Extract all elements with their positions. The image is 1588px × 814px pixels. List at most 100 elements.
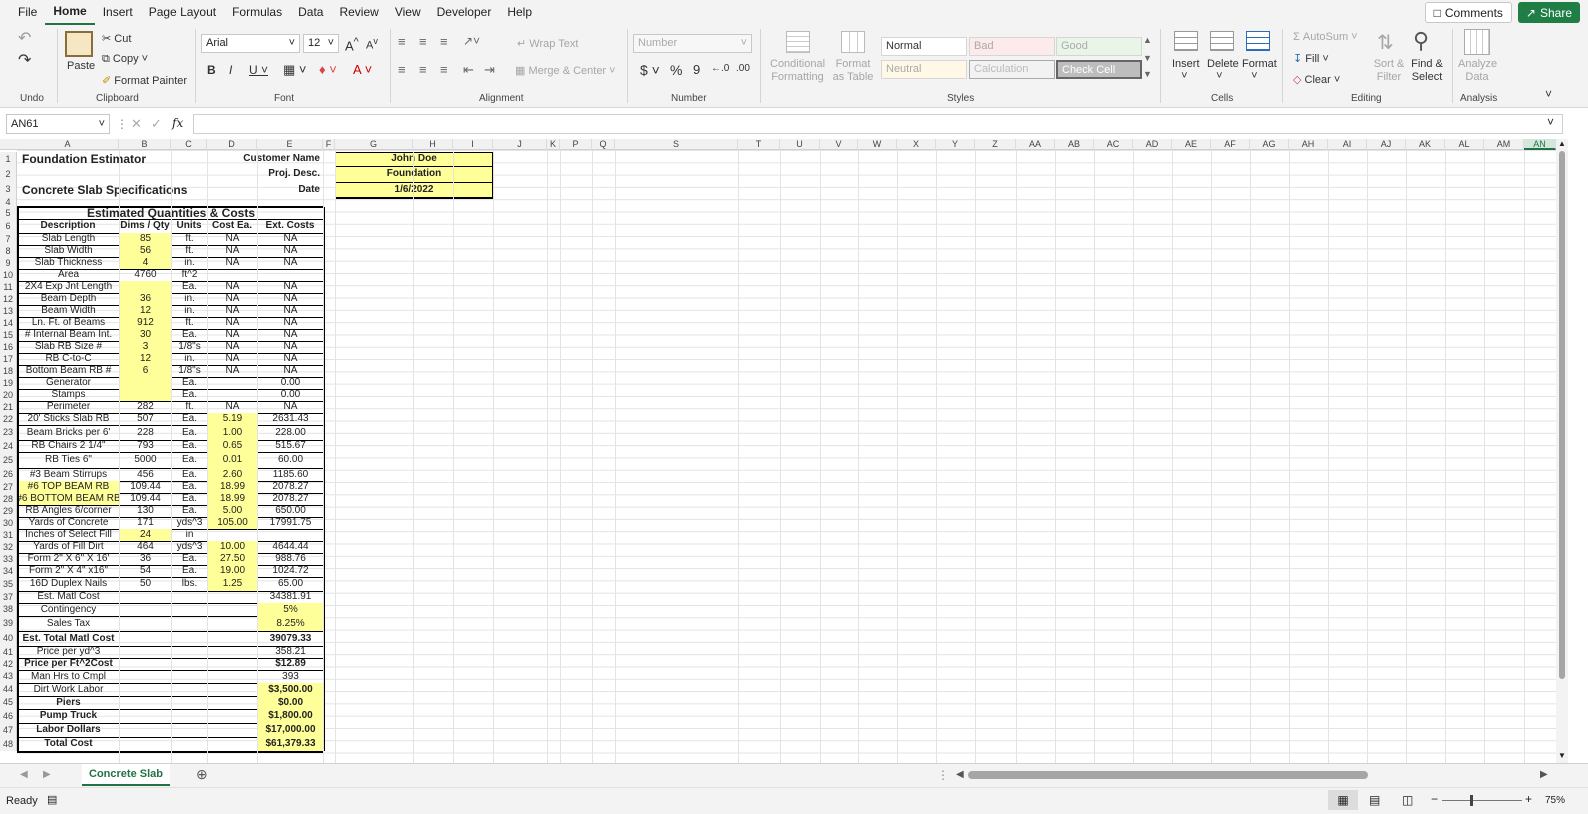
table-cell[interactable]: NA xyxy=(258,293,323,305)
increase-indent-icon[interactable]: ⇥ xyxy=(484,62,495,78)
bold-icon[interactable]: B xyxy=(207,63,216,77)
table-cell[interactable]: 2631.43 xyxy=(258,413,323,425)
row-header[interactable]: 7 xyxy=(0,233,17,245)
align-center-icon[interactable]: ≡ xyxy=(419,62,427,77)
table-cell[interactable] xyxy=(172,646,207,658)
analyze-data-button[interactable]: Analyze Data xyxy=(1458,58,1497,83)
row-header[interactable]: 30 xyxy=(0,517,17,529)
table-cell[interactable] xyxy=(172,658,207,670)
format-cells-button[interactable]: Format ˅ xyxy=(1242,58,1277,82)
table-cell[interactable]: 0.00 xyxy=(258,377,323,389)
row-header[interactable]: 21 xyxy=(0,401,17,413)
menu-formulas[interactable]: Formulas xyxy=(224,0,290,25)
table-cell[interactable] xyxy=(208,696,257,709)
border-icon[interactable]: ▦ ˅ xyxy=(283,62,307,78)
table-cell[interactable]: 1/8"s xyxy=(172,341,207,353)
table-cell[interactable]: NA xyxy=(208,281,257,293)
insert-cells-button[interactable]: Insert ˅ xyxy=(1172,58,1200,82)
decrease-font-icon[interactable]: Av xyxy=(366,36,378,52)
percent-icon[interactable]: % xyxy=(670,62,682,78)
table-cell[interactable]: Ea. xyxy=(172,440,207,452)
paste-icon[interactable] xyxy=(65,31,93,57)
table-cell[interactable] xyxy=(208,658,257,670)
comma-icon[interactable]: 9 xyxy=(693,62,700,77)
currency-icon[interactable]: $ ˅ xyxy=(640,62,660,78)
table-cell[interactable]: 4760 xyxy=(120,269,171,281)
table-cell[interactable]: Man Hrs to Cmpl xyxy=(18,670,119,683)
table-cell[interactable]: Ea. xyxy=(172,553,207,565)
table-cell[interactable]: Est. Matl Cost xyxy=(18,591,119,603)
row-header[interactable]: 28 xyxy=(0,493,17,505)
table-cell[interactable]: NA xyxy=(208,305,257,317)
table-cell[interactable]: NA xyxy=(258,257,323,269)
table-cell[interactable]: 18.99 xyxy=(208,493,257,505)
table-cell[interactable]: Ea. xyxy=(172,389,207,401)
table-cell[interactable]: in xyxy=(172,529,207,541)
next-sheet-icon[interactable]: ▶ xyxy=(43,769,51,780)
table-cell[interactable] xyxy=(208,646,257,658)
table-cell[interactable]: Generator xyxy=(18,377,119,389)
table-cell[interactable]: in. xyxy=(172,293,207,305)
table-cell[interactable]: 464 xyxy=(120,541,171,553)
page-break-view-icon[interactable]: ◫ xyxy=(1402,793,1413,807)
table-cell[interactable]: Sales Tax xyxy=(18,616,119,631)
collapse-ribbon-icon[interactable]: ˅ xyxy=(1545,87,1552,101)
table-cell[interactable]: Form 2" X 6" X 16' xyxy=(18,553,119,565)
row-header[interactable]: 1 xyxy=(0,152,17,166)
column-header[interactable]: P xyxy=(560,139,592,150)
row-header[interactable]: 34 xyxy=(0,565,17,577)
column-header[interactable]: AI xyxy=(1328,139,1367,150)
orientation-icon[interactable]: ↗˅ xyxy=(463,34,480,48)
table-cell[interactable]: Beam Bricks per 6' xyxy=(18,425,119,440)
column-header[interactable]: S xyxy=(615,139,738,150)
table-cell[interactable]: NA xyxy=(208,365,257,377)
table-cell[interactable] xyxy=(120,631,171,646)
table-cell[interactable] xyxy=(120,646,171,658)
row-header[interactable]: 8 xyxy=(0,245,17,257)
find-magnifier-icon[interactable]: ⚲ xyxy=(1413,28,1429,54)
column-header[interactable]: AJ xyxy=(1367,139,1406,150)
underline-icon[interactable]: U ˅ xyxy=(249,63,268,77)
table-cell[interactable] xyxy=(208,683,257,696)
row-header[interactable]: 15 xyxy=(0,329,17,341)
table-cell[interactable] xyxy=(120,683,171,696)
table-cell[interactable]: NA xyxy=(258,401,323,413)
column-header[interactable]: X xyxy=(897,139,936,150)
column-header[interactable]: A xyxy=(17,139,119,150)
table-cell[interactable]: 1.25 xyxy=(208,577,257,591)
name-box[interactable]: AN61 ˅ xyxy=(6,114,110,134)
table-cell[interactable]: #6 BOTTOM BEAM RB xyxy=(18,493,119,505)
row-header[interactable]: 3 xyxy=(0,182,17,197)
table-cell[interactable]: Piers xyxy=(18,696,119,709)
table-cell[interactable]: 54 xyxy=(120,565,171,577)
table-cell[interactable]: Slab Thickness xyxy=(18,257,119,269)
row-header[interactable]: 31 xyxy=(0,529,17,541)
column-header[interactable]: E xyxy=(257,139,323,150)
column-header[interactable]: U xyxy=(780,139,820,150)
table-cell[interactable] xyxy=(208,269,257,281)
row-header[interactable]: 42 xyxy=(0,658,17,670)
table-cell[interactable]: yds^3 xyxy=(172,517,207,529)
font-size-select[interactable]: 12 ˅ xyxy=(303,34,339,53)
table-cell[interactable]: 171 xyxy=(120,517,171,529)
column-header-3[interactable]: Cost Ea. xyxy=(207,219,257,233)
table-cell[interactable]: Bottom Beam RB # xyxy=(18,365,119,377)
table-cell[interactable]: 10.00 xyxy=(208,541,257,553)
row-header[interactable]: 14 xyxy=(0,317,17,329)
row-header[interactable]: 35 xyxy=(0,577,17,591)
format-painter-button[interactable]: ✐ Format Painter xyxy=(102,74,187,87)
table-cell[interactable]: Contingency xyxy=(18,603,119,616)
insert-function-icon[interactable]: fx xyxy=(172,116,183,130)
align-left-icon[interactable]: ≡ xyxy=(398,62,406,77)
style-bad[interactable]: Bad xyxy=(969,37,1055,56)
column-header-1[interactable]: Dims / Qty xyxy=(119,219,171,233)
column-header[interactable]: AG xyxy=(1250,139,1289,150)
table-cell[interactable]: 34381.91 xyxy=(258,591,323,603)
table-cell[interactable]: 36 xyxy=(120,553,171,565)
column-header[interactable]: AN xyxy=(1524,139,1556,150)
row-header[interactable]: 25 xyxy=(0,452,17,468)
table-cell[interactable]: $12.89 xyxy=(258,658,323,670)
delete-cells-icon[interactable] xyxy=(1210,31,1234,51)
table-cell[interactable]: NA xyxy=(258,281,323,293)
table-cell[interactable]: Beam Width xyxy=(18,305,119,317)
